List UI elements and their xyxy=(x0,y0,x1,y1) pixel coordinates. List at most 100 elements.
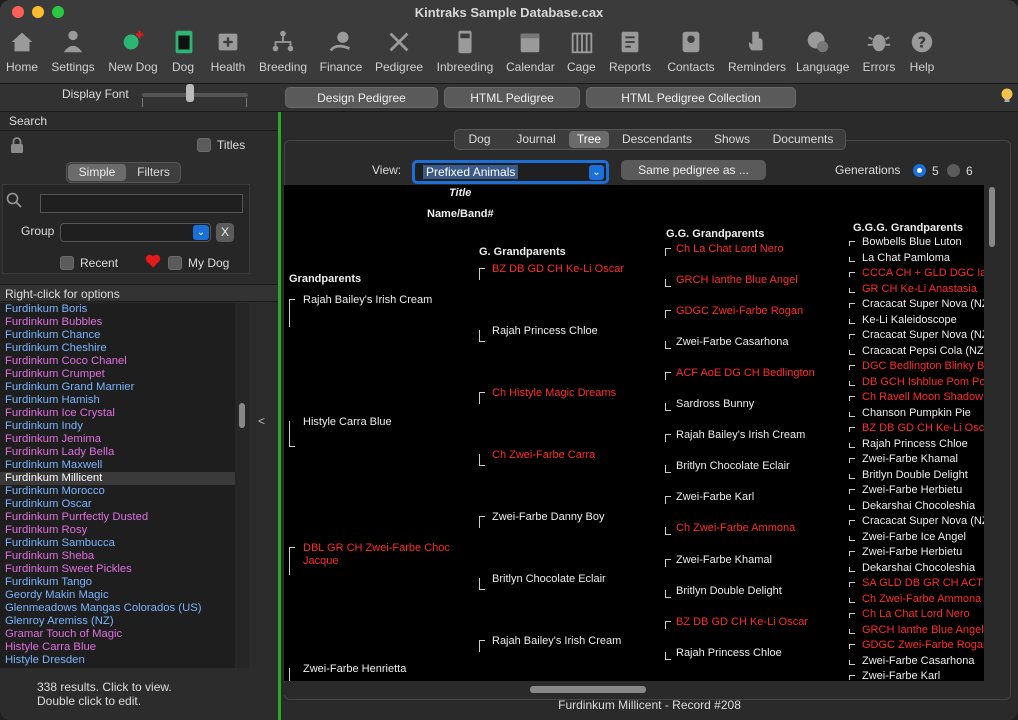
toolbar-pedigree-button[interactable]: Pedigree xyxy=(375,26,423,78)
pedigree-node[interactable]: Zwei-Farbe Karl xyxy=(862,670,940,681)
dog-list-item[interactable]: Furdinkum Cheshire xyxy=(0,342,235,355)
tab-shows[interactable]: Shows xyxy=(705,131,759,148)
toolbar-breeding-button[interactable]: Breeding xyxy=(259,26,307,78)
tab-journal[interactable]: Journal xyxy=(506,131,566,148)
pedigree-node[interactable]: GDGC Zwei-Farbe Rogan xyxy=(676,305,803,318)
pedigree-node[interactable]: Rajah Princess Chloe xyxy=(862,438,968,451)
pedigree-node[interactable]: Britlyn Double Delight xyxy=(862,469,968,482)
dog-list-item[interactable]: Furdinkum Sweet Pickles xyxy=(0,563,235,576)
pedigree-node[interactable]: Zwei-Farbe Ice Angel xyxy=(862,531,966,544)
pedigree-node[interactable]: Rajah Bailey's Irish Cream xyxy=(492,635,621,648)
tab-descendants[interactable]: Descendants xyxy=(612,131,702,148)
chevron-down-icon[interactable]: ⌄ xyxy=(589,165,604,180)
chevron-down-icon[interactable]: ⌄ xyxy=(193,225,209,240)
pedigree-node[interactable]: Ch Zwei-Farbe Ammona xyxy=(676,522,795,535)
dog-list-item[interactable]: Furdinkum Morocco xyxy=(0,485,235,498)
toolbar-help-button[interactable]: ? Help xyxy=(906,26,938,78)
pedigree-node[interactable]: Dekarshai Chocoleshia xyxy=(862,562,975,575)
dog-list-item[interactable]: Glenmeadows Mangas Colorados (US) xyxy=(0,602,235,615)
dog-list-item[interactable]: Geordy Makin Magic xyxy=(0,589,235,602)
toolbar-inbreeding-button[interactable]: Inbreeding xyxy=(436,26,494,78)
pedigree-node[interactable]: Zwei-Farbe Danny Boy xyxy=(492,511,605,524)
pedigree-node[interactable]: Zwei-Farbe Casarhona xyxy=(676,336,789,349)
dog-list-item[interactable]: Furdinkum Indy xyxy=(0,420,235,433)
pedigree-node[interactable]: Ch Zwei-Farbe Carra xyxy=(492,449,595,462)
pedigree-node[interactable]: Zwei-Farbe Herbietu xyxy=(862,484,962,497)
pedigree-node[interactable]: Britlyn Chocolate Eclair xyxy=(676,460,790,473)
titles-checkbox[interactable] xyxy=(197,138,211,152)
pedigree-node[interactable]: Histyle Carra Blue xyxy=(303,416,392,429)
dog-list-item[interactable]: Histyle Carra Blue xyxy=(0,641,235,654)
dog-list-item[interactable]: Furdinkum Boris xyxy=(0,303,235,316)
toolbar-reminders-button[interactable]: Reminders xyxy=(728,26,786,78)
lock-icon[interactable] xyxy=(10,137,24,153)
pedigree-node[interactable]: Cracacat Pepsi Cola (NZ xyxy=(862,345,984,358)
toolbar-language-button[interactable]: Language xyxy=(796,26,849,78)
lightbulb-icon[interactable] xyxy=(1000,87,1014,105)
dog-list-item[interactable]: Furdinkum Rosy xyxy=(0,524,235,537)
pedigree-node[interactable]: ACF AoE DG CH Bedlington xyxy=(676,367,815,380)
dog-list-item[interactable]: Furdinkum Lady Bella xyxy=(0,446,235,459)
toolbar-cage-button[interactable]: Cage xyxy=(567,26,596,78)
dog-list-scrollbar[interactable] xyxy=(235,303,249,668)
pedigree-node[interactable]: Britlyn Double Delight xyxy=(676,585,782,598)
same-pedigree-button[interactable]: Same pedigree as ... xyxy=(621,160,766,180)
pedigree-node[interactable]: Ch La Chat Lord Nero xyxy=(676,243,784,256)
dog-list-item[interactable]: Furdinkum Purrfectly Dusted xyxy=(0,511,235,524)
pedigree-node[interactable]: SA GLD DB GR CH ACT A xyxy=(862,577,984,590)
pedigree-node[interactable]: Cracacat Super Nova (NZ xyxy=(862,298,984,311)
pedigree-node[interactable]: Rajah Bailey's Irish Cream xyxy=(303,294,432,307)
dog-list-item[interactable]: Furdinkum Tango xyxy=(0,576,235,589)
simple-tab[interactable]: Simple xyxy=(68,164,126,181)
toolbar-health-button[interactable]: Health xyxy=(209,26,247,78)
dog-list-item[interactable]: Furdinkum Oscar xyxy=(0,498,235,511)
pedigree-node[interactable]: Zwei-Farbe Casarhona xyxy=(862,655,975,668)
html-pedigree-collection-button[interactable]: HTML Pedigree Collection xyxy=(586,87,796,108)
toolbar-home-button[interactable]: Home xyxy=(6,26,38,78)
toolbar-finance-button[interactable]: Finance xyxy=(319,26,363,78)
tree-horizontal-scroll-thumb[interactable] xyxy=(530,686,646,693)
dog-list-item[interactable]: Furdinkum Maxwell xyxy=(0,459,235,472)
pedigree-node[interactable]: Ch La Chat Lord Nero xyxy=(862,608,970,621)
dog-list-item[interactable]: Furdinkum Grand Marnier xyxy=(0,381,235,394)
display-font-slider[interactable] xyxy=(142,93,248,107)
tree-vertical-scrollbar[interactable] xyxy=(985,185,999,681)
filters-tab[interactable]: Filters xyxy=(127,164,180,181)
pedigree-node[interactable]: Zwei-Farbe Khamal xyxy=(862,453,958,466)
pedigree-node[interactable]: Ch Zwei-Farbe Ammona xyxy=(862,593,981,606)
pedigree-node[interactable]: BZ DB GD CH Ke-Li Oscar xyxy=(492,263,624,276)
pedigree-node[interactable]: DB GCH Ishblue Pom Poi xyxy=(862,376,984,389)
toolbar-contacts-button[interactable]: Contacts xyxy=(666,26,716,78)
generations-6-radio[interactable] xyxy=(947,164,960,177)
search-input[interactable] xyxy=(40,194,243,213)
pedigree-node[interactable]: Chanson Pumpkin Pie xyxy=(862,407,971,420)
view-select[interactable]: Prefixed Animals ⌄ xyxy=(412,160,609,184)
display-font-slider-thumb[interactable] xyxy=(186,84,194,102)
pedigree-node[interactable]: Bowbells Blue Luton xyxy=(862,236,962,249)
dog-list-scroll-thumb[interactable] xyxy=(239,403,245,428)
pedigree-node[interactable]: Rajah Princess Chloe xyxy=(676,647,782,660)
toolbar-dog-button[interactable]: Dog xyxy=(169,26,197,78)
pedigree-node[interactable]: Sardross Bunny xyxy=(676,398,754,411)
tab-tree[interactable]: Tree xyxy=(569,131,609,148)
dog-list-item[interactable]: Furdinkum Bubbles xyxy=(0,316,235,329)
clear-group-button[interactable]: X xyxy=(216,223,234,242)
dog-list-item[interactable]: Gramar Touch of Magic xyxy=(0,628,235,641)
toolbar-settings-button[interactable]: Settings xyxy=(50,26,96,78)
pedigree-node[interactable]: Cracacat Super Nova (NZ xyxy=(862,515,984,528)
pedigree-node[interactable]: GRCH Ianthe Blue Angel xyxy=(676,274,798,287)
pedigree-node[interactable]: DBL GR CH Zwei-Farbe Choc Jacque xyxy=(303,542,463,568)
pedigree-node[interactable]: Zwei-Farbe Henrietta xyxy=(303,663,406,676)
pedigree-node[interactable]: Ch Ravell Moon Shadow xyxy=(862,391,983,404)
tab-dog[interactable]: Dog xyxy=(456,131,503,148)
recent-checkbox[interactable] xyxy=(60,256,74,270)
pedigree-node[interactable]: Rajah Bailey's Irish Cream xyxy=(676,429,805,442)
dog-list[interactable]: Furdinkum Boris Furdinkum Bubbles Furdinku… xyxy=(0,303,235,668)
collapse-sidebar-button[interactable]: < xyxy=(258,414,265,428)
pedigree-node[interactable]: Rajah Princess Chloe xyxy=(492,325,598,338)
html-pedigree-button[interactable]: HTML Pedigree xyxy=(444,87,580,108)
pedigree-node[interactable]: CCCA CH + GLD DGC Ias xyxy=(862,267,984,280)
pedigree-node[interactable]: Zwei-Farbe Karl xyxy=(676,491,754,504)
dog-list-item[interactable]: Furdinkum Coco Chanel xyxy=(0,355,235,368)
tab-documents[interactable]: Documents xyxy=(762,131,844,148)
